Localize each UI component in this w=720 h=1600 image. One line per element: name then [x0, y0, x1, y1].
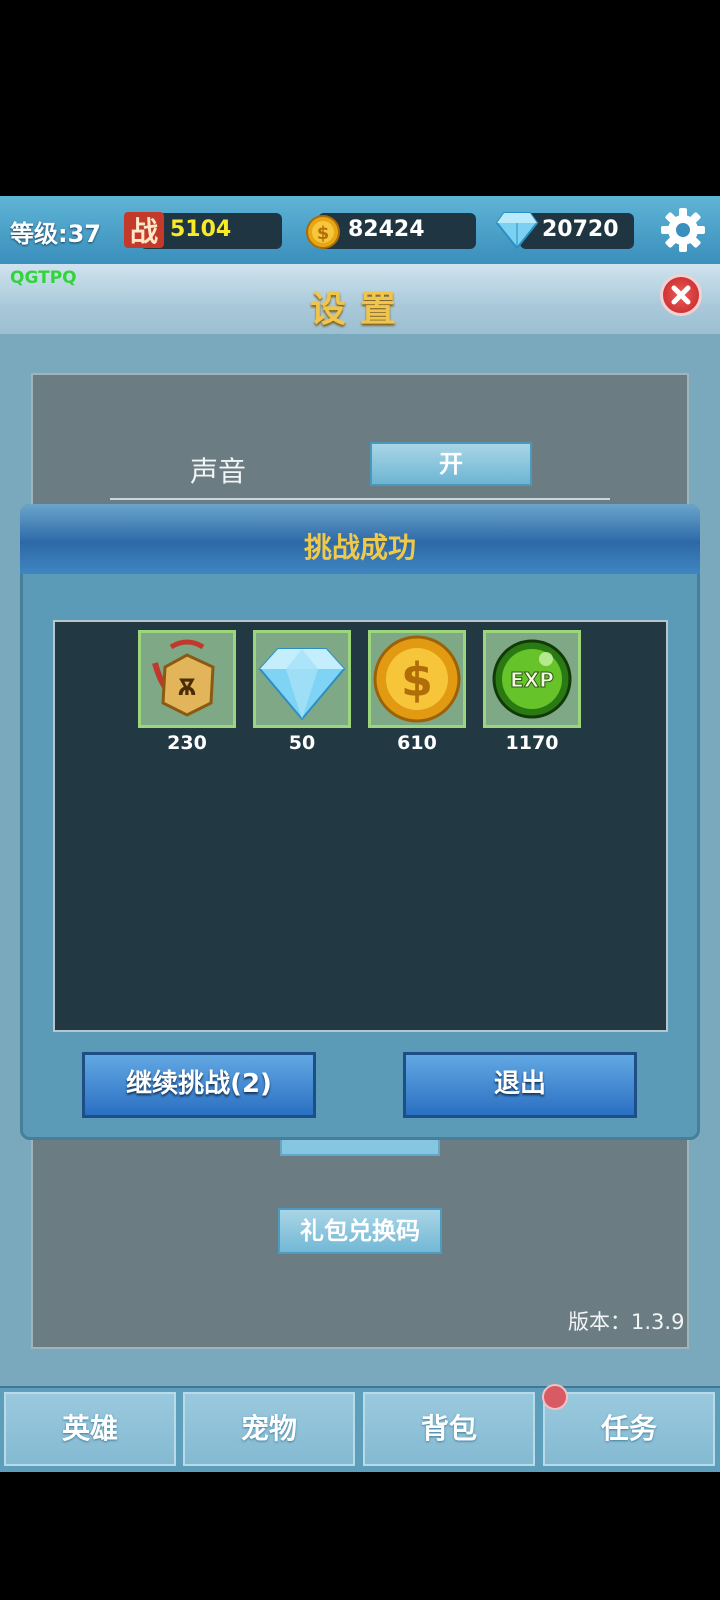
close-button[interactable] — [660, 274, 702, 316]
sound-toggle-button[interactable]: 开 — [370, 442, 532, 486]
reward-slot-diamond[interactable] — [253, 630, 351, 728]
exp-orb-icon: EXP — [486, 633, 578, 725]
gold-coin-icon: $ — [306, 215, 340, 249]
gold-value: 82424 — [348, 217, 425, 242]
battle-power-value: 5104 — [170, 217, 232, 242]
svg-text:EXP: EXP — [510, 668, 554, 692]
tab-bag[interactable]: 背包 — [363, 1392, 535, 1466]
battle-power-icon: 战 — [122, 208, 166, 252]
reward-count: 50 — [288, 732, 316, 754]
reward-slot-gold[interactable]: $ — [368, 630, 466, 728]
diamond-icon — [256, 633, 348, 725]
reward-count: 230 — [167, 732, 207, 754]
sound-label: 声音 — [190, 455, 247, 488]
svg-text:$: $ — [401, 653, 433, 707]
divider — [110, 498, 610, 500]
settings-title: 设置 — [309, 289, 410, 330]
reward-count: 1170 — [505, 732, 559, 754]
gold-coin-icon: $ — [371, 633, 463, 725]
reward-slot-exp[interactable]: EXP — [483, 630, 581, 728]
diamond-icon — [495, 211, 539, 250]
reward-count: 610 — [397, 732, 437, 754]
tab-heroes[interactable]: 英雄 — [4, 1392, 176, 1466]
player-level: 等级:37 — [10, 220, 101, 248]
medal-token-icon: Ѫ — [141, 633, 233, 725]
gear-icon[interactable] — [660, 207, 706, 253]
gift-code-button[interactable]: 礼包兑换码 — [278, 1208, 442, 1254]
close-icon — [671, 285, 691, 305]
diamond-value: 20720 — [542, 217, 619, 242]
notification-dot — [542, 1384, 568, 1410]
svg-text:战: 战 — [130, 215, 158, 248]
dialog-title: 挑战成功 — [303, 531, 416, 564]
version-text: 版本：1.3.9 — [568, 1310, 685, 1334]
reward-slot-medal[interactable]: Ѫ — [138, 630, 236, 728]
continue-challenge-button[interactable]: 继续挑战(2) — [82, 1052, 316, 1118]
tab-tasks[interactable]: 任务 — [543, 1392, 715, 1466]
exit-button[interactable]: 退出 — [403, 1052, 637, 1118]
svg-text:Ѫ: Ѫ — [178, 676, 197, 701]
svg-text:$: $ — [317, 223, 330, 244]
tab-pets[interactable]: 宠物 — [183, 1392, 355, 1466]
